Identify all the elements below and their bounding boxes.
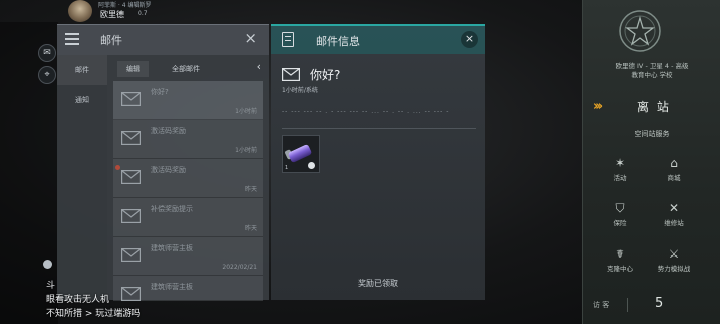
mail-item-title: 激活码奖励 xyxy=(151,127,186,135)
service-label: 活动 xyxy=(613,174,627,182)
service-faction-sim[interactable]: ⚔ 势力模拟战 xyxy=(651,246,697,276)
divider xyxy=(627,298,628,312)
mail-subject: 你好? xyxy=(310,68,341,82)
collapse-arrow-icon[interactable]: ‹ xyxy=(257,60,261,73)
service-repair[interactable]: ✕ 维修站 xyxy=(651,200,697,230)
player-subtitle: 阿菲斯 · 4 编辑斯罗 xyxy=(98,2,152,9)
undock-label: 离 站 xyxy=(637,100,671,114)
clone-icon: ☤ xyxy=(615,247,625,261)
service-label: 克隆中心 xyxy=(607,265,633,273)
mail-detail-header: 邮件信息 × xyxy=(271,26,485,54)
crossed-swords-icon: ⚔ xyxy=(668,247,680,261)
service-activity[interactable]: ✶ 活动 xyxy=(597,155,643,185)
menu-icon[interactable] xyxy=(65,33,79,45)
shop-icon: ⌂ xyxy=(670,156,678,170)
mail-item-time: 1小时前 xyxy=(235,108,257,115)
envelope-icon xyxy=(282,68,300,81)
mail-detail-title: 邮件信息 xyxy=(316,35,360,48)
reward-claimed-status: 奖励已领取 xyxy=(358,279,398,288)
station-name-line2: 教育中心 学校 xyxy=(631,71,673,79)
mail-detail-panel: 邮件信息 × 你好? 1小时前/系统 -- --- --- -- . - ---… xyxy=(271,24,485,300)
reward-item-image xyxy=(287,143,313,164)
reward-item-slot[interactable]: 1 xyxy=(282,135,320,173)
envelope-icon xyxy=(121,131,141,145)
mail-item-time: 1小时前 xyxy=(235,147,257,154)
envelope-icon xyxy=(121,209,141,223)
player-avatar[interactable] xyxy=(68,0,92,22)
mail-detail-close-icon[interactable]: × xyxy=(461,31,478,48)
service-label: 维修站 xyxy=(664,219,684,227)
mail-category-tabs: 邮件 通知 xyxy=(57,55,107,301)
reward-quantity: 1 xyxy=(285,165,289,171)
user-badge-icon xyxy=(308,162,315,169)
chat-line: 不知所措 > 玩过端游吗 xyxy=(46,309,141,319)
mail-body: -- --- --- -- . - --- --- -- ... -- . --… xyxy=(282,108,450,115)
envelope-icon xyxy=(121,92,141,106)
mail-list-item[interactable]: 补偿奖励提示昨天 xyxy=(113,198,263,237)
nav-icon[interactable]: ✉ xyxy=(38,44,56,62)
tab-notifications[interactable]: 通知 xyxy=(57,85,107,115)
mail-panel-close-icon[interactable]: × xyxy=(244,29,257,47)
visitor-count: 5 xyxy=(655,296,664,311)
tab-mail[interactable]: 邮件 xyxy=(57,55,107,85)
user-icon xyxy=(43,260,52,269)
service-clone-center[interactable]: ☤ 克隆中心 xyxy=(597,246,643,276)
station-name: 欧里德 IV - 卫星 4 - 高级 教育中心 学校 xyxy=(583,62,720,80)
player-info[interactable]: 阿菲斯 · 4 编辑斯罗 欧里德 0.7 xyxy=(60,0,230,22)
chevrons-icon: ››› xyxy=(593,99,603,114)
service-label: 保险 xyxy=(613,219,627,227)
mail-list-item[interactable]: 建筑师营主板 2022/02/21 xyxy=(113,237,263,276)
mail-item-title: 建筑师营主板 xyxy=(151,283,193,291)
service-label: 商城 xyxy=(667,174,681,182)
undock-button[interactable]: ››› 离 站 xyxy=(593,96,711,118)
station-emblem-icon xyxy=(619,10,661,52)
service-insurance[interactable]: ⛉ 保险 xyxy=(597,200,643,230)
mail-item-title: 建筑师营主板 xyxy=(151,244,193,252)
envelope-icon xyxy=(121,170,141,184)
mail-item-time: 2022/02/21 xyxy=(222,264,257,271)
mail-item-title: 你好? xyxy=(151,88,169,96)
mail-list-item[interactable]: 激活码奖励 1小时前 xyxy=(113,120,263,159)
wrench-icon: ✕ xyxy=(668,201,680,215)
chat-line: 眼看攻击无人机 xyxy=(46,295,110,305)
mail-panel: 邮件 × 邮件 通知 编辑 全部邮件 ‹ 你好? 1小时前 激活码奖励 1小时前 激活码… xyxy=(57,24,269,301)
unread-dot-icon xyxy=(115,165,120,170)
station-sidebar: 欧里德 IV - 卫星 4 - 高级 教育中心 学校 ››› 离 站 空间站服务… xyxy=(582,0,720,324)
mail-item-title: 激活码奖励 xyxy=(151,166,186,174)
mail-item-time: 昨天 xyxy=(244,186,257,193)
chat-line: 斗 xyxy=(46,281,56,291)
shield-icon: ⛉ xyxy=(615,201,625,215)
service-shop[interactable]: ⌂ 商城 xyxy=(651,155,697,185)
tab-all-mail[interactable]: 全部邮件 xyxy=(163,61,209,77)
envelope-icon xyxy=(121,248,141,262)
location-pin-icon[interactable]: ⌖ xyxy=(38,66,56,84)
mail-list-item[interactable]: 你好? 1小时前 xyxy=(113,81,263,120)
station-name-line1: 欧里德 IV - 卫星 4 - 高级 xyxy=(615,62,689,70)
player-name: 欧里德 xyxy=(100,10,124,19)
envelope-icon xyxy=(121,287,141,301)
party-popper-icon: ✶ xyxy=(614,156,626,170)
mail-item-time: 昨天 xyxy=(244,225,257,232)
document-icon xyxy=(282,32,294,47)
mail-list-item[interactable]: 建筑师营主板 xyxy=(113,276,263,301)
service-label: 势力模拟战 xyxy=(657,265,691,273)
visitors-label: 访 客 xyxy=(593,301,610,309)
player-rank: 0.7 xyxy=(138,10,148,17)
mail-panel-header: 邮件 × xyxy=(57,25,269,55)
mail-meta: 1小时前/系统 xyxy=(282,87,318,94)
mail-item-title: 补偿奖励提示 xyxy=(151,205,193,213)
mail-list-item[interactable]: 激活码奖励昨天 xyxy=(113,159,263,198)
mail-panel-title: 邮件 xyxy=(100,34,122,47)
station-services-title: 空间站服务 xyxy=(634,130,670,138)
mail-sub-tabs: 编辑 全部邮件 ‹ xyxy=(107,55,269,81)
mail-list: 编辑 全部邮件 ‹ 你好? 1小时前 激活码奖励 1小时前 激活码奖励 昨天 补偿奖励提示昨… xyxy=(107,55,269,301)
divider xyxy=(282,128,476,129)
tab-edit[interactable]: 编辑 xyxy=(117,61,149,77)
